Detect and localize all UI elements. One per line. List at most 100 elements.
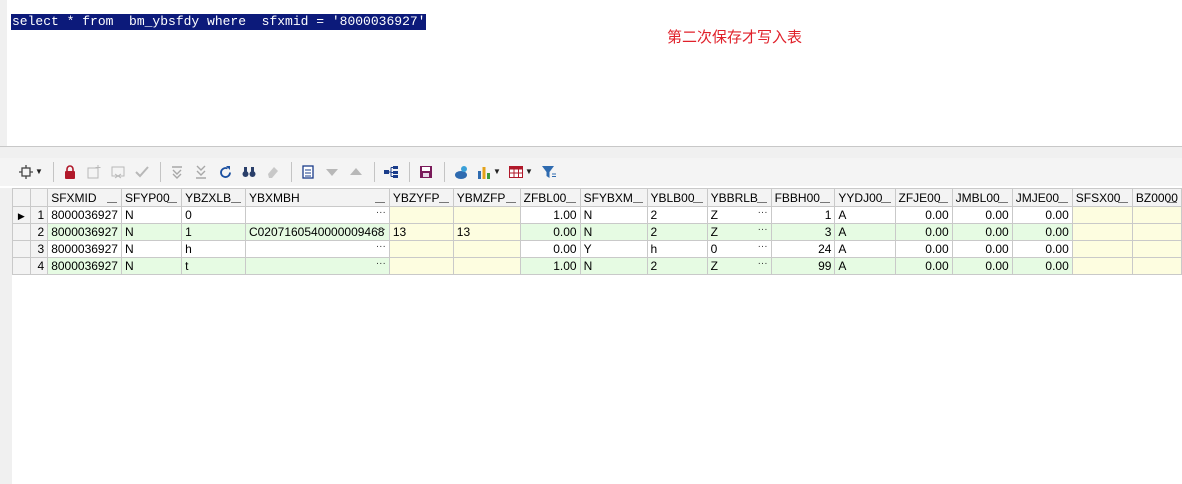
cell-zfje00[interactable]: 0.00 <box>894 240 953 258</box>
cell-ybbrlb[interactable]: Z ··· <box>706 257 772 275</box>
cell-sfxmid[interactable]: 8000036927 <box>47 257 122 275</box>
column-header-bz0000[interactable]: BZ0000 <box>1131 188 1182 207</box>
column-header-ybzyfp[interactable]: YBZYFP <box>388 188 454 207</box>
sql-query-text[interactable]: select * from bm_ybsfdy where sfxmid = '… <box>11 14 427 30</box>
column-header-ybxmbh[interactable]: YBXMBH <box>244 188 390 207</box>
cell-sfsx00[interactable] <box>1071 223 1133 241</box>
cell-fbbh00[interactable]: 24 <box>770 240 836 258</box>
cell-ybbrlb[interactable]: 0 ··· <box>706 240 772 258</box>
column-resize-handle[interactable] <box>167 202 178 203</box>
cell-ybmzfp[interactable]: 13 <box>452 223 521 241</box>
cell-sfyp00[interactable]: N <box>120 240 183 258</box>
cell-jmje00[interactable]: 0.00 <box>1011 240 1073 258</box>
column-header-ybzxlb[interactable]: YBZXLB <box>181 188 246 207</box>
settings-icon[interactable]: ▼ <box>16 161 46 183</box>
funnel-icon[interactable] <box>538 161 560 183</box>
cell-yblb00[interactable]: 2 <box>646 206 708 224</box>
cell-ybzyfp[interactable] <box>388 257 454 275</box>
cell-ybzxlb[interactable]: h <box>181 240 246 258</box>
column-header-yydj00[interactable]: YYDJ00 <box>834 188 896 207</box>
cell-bz0000[interactable] <box>1131 206 1182 224</box>
cell-yblb00[interactable]: 2 <box>646 257 708 275</box>
result-grid[interactable]: SFXMID SFYP00 YBZXLB YBXMBH YBZYFP YBMZFP ZFBL… <box>0 188 1182 484</box>
cell-ybzyfp[interactable] <box>388 206 454 224</box>
cell-yydj00[interactable]: A <box>834 257 896 275</box>
column-resize-handle[interactable] <box>937 202 948 203</box>
save-icon[interactable] <box>415 161 437 183</box>
cell-sfyp00[interactable]: N <box>120 257 183 275</box>
cell-jmbl00[interactable]: 0.00 <box>951 206 1013 224</box>
cell-ybmzfp[interactable] <box>452 257 521 275</box>
column-header-jmbl00[interactable]: JMBL00 <box>951 188 1013 207</box>
ellipsis-button-icon[interactable]: ··· <box>376 242 386 253</box>
cell-zfbl00[interactable]: 1.00 <box>519 206 581 224</box>
sort-up-icon[interactable] <box>345 161 367 183</box>
cell-sfyp00[interactable]: N <box>120 223 183 241</box>
find-icon[interactable] <box>238 161 260 183</box>
cell-zfbl00[interactable]: 1.00 <box>519 257 581 275</box>
cell-yblb00[interactable]: h <box>646 240 708 258</box>
column-header-sfyp00[interactable]: SFYP00 <box>120 188 183 207</box>
row-indicator[interactable] <box>12 223 31 241</box>
cell-ybxmbh[interactable]: ··· <box>244 240 390 258</box>
cell-ybxmbh[interactable]: C0207160540000009468 ··· <box>244 223 390 241</box>
ellipsis-button-icon[interactable]: ··· <box>376 259 386 270</box>
cell-bz0000[interactable] <box>1131 223 1182 241</box>
ellipsis-button-icon[interactable]: ··· <box>376 208 386 219</box>
ellipsis-button-icon[interactable]: ··· <box>758 242 768 253</box>
column-resize-handle[interactable] <box>880 202 891 203</box>
column-resize-handle[interactable] <box>438 202 449 203</box>
cell-sfybxm[interactable]: N <box>579 257 648 275</box>
cell-jmbl00[interactable]: 0.00 <box>951 257 1013 275</box>
cell-sfsx00[interactable] <box>1071 240 1133 258</box>
check-icon[interactable] <box>131 161 153 183</box>
column-header-jmje00[interactable]: JMJE00 <box>1011 188 1073 207</box>
pane-splitter[interactable] <box>0 146 1182 158</box>
cell-zfje00[interactable]: 0.00 <box>894 257 953 275</box>
column-header-ybmzfp[interactable]: YBMZFP <box>452 188 521 207</box>
sort-down-icon[interactable] <box>321 161 343 183</box>
column-header-zfje00[interactable]: ZFJE00 <box>894 188 953 207</box>
column-resize-handle[interactable] <box>997 202 1008 203</box>
new-record-icon[interactable] <box>83 161 105 183</box>
cell-yydj00[interactable]: A <box>834 240 896 258</box>
connect-icon[interactable] <box>450 161 472 183</box>
table-icon[interactable]: ▼ <box>506 161 536 183</box>
cell-ybzyfp[interactable]: 13 <box>388 223 454 241</box>
column-resize-handle[interactable] <box>692 202 703 203</box>
cell-sfybxm[interactable]: N <box>579 223 648 241</box>
column-header-yblb00[interactable]: YBLB00 <box>646 188 708 207</box>
row-indicator[interactable] <box>12 257 31 275</box>
column-resize-handle[interactable] <box>756 202 767 203</box>
cell-sfybxm[interactable]: N <box>579 206 648 224</box>
ellipsis-button-icon[interactable]: ··· <box>376 225 386 236</box>
cell-jmbl00[interactable]: 0.00 <box>951 223 1013 241</box>
column-resize-handle[interactable] <box>1117 202 1128 203</box>
cell-bz0000[interactable] <box>1131 257 1182 275</box>
column-header-fbbh00[interactable]: FBBH00 <box>770 188 836 207</box>
column-resize-handle[interactable] <box>374 202 385 203</box>
column-resize-handle[interactable] <box>1057 202 1068 203</box>
lock-icon[interactable] <box>59 161 81 183</box>
cell-sfsx00[interactable] <box>1071 257 1133 275</box>
cell-sfxmid[interactable]: 8000036927 <box>47 240 122 258</box>
cell-sfsx00[interactable] <box>1071 206 1133 224</box>
cell-ybxmbh[interactable]: ··· <box>244 257 390 275</box>
table-row[interactable]: 2 8000036927 N 1 C0207160540000009468 ··· 13 13… <box>12 223 1182 241</box>
cell-zfbl00[interactable]: 0.00 <box>519 223 581 241</box>
cell-jmje00[interactable]: 0.00 <box>1011 223 1073 241</box>
cell-fbbh00[interactable]: 3 <box>770 223 836 241</box>
column-header-ybbrlb[interactable]: YBBRLB <box>706 188 772 207</box>
column-header-zfbl00[interactable]: ZFBL00 <box>519 188 581 207</box>
column-resize-handle[interactable] <box>1167 202 1177 203</box>
cell-ybmzfp[interactable] <box>452 240 521 258</box>
sql-editor[interactable]: select * from bm_ybsfdy where sfxmid = '… <box>0 0 1182 146</box>
cell-ybzyfp[interactable] <box>388 240 454 258</box>
column-resize-handle[interactable] <box>106 202 117 203</box>
cell-zfje00[interactable]: 0.00 <box>894 206 953 224</box>
column-header-sfxmid[interactable]: SFXMID <box>47 188 122 207</box>
ellipsis-button-icon[interactable]: ··· <box>758 208 768 219</box>
discard-icon[interactable] <box>107 161 129 183</box>
cell-ybzxlb[interactable]: 1 <box>181 223 246 241</box>
cell-yydj00[interactable]: A <box>834 223 896 241</box>
